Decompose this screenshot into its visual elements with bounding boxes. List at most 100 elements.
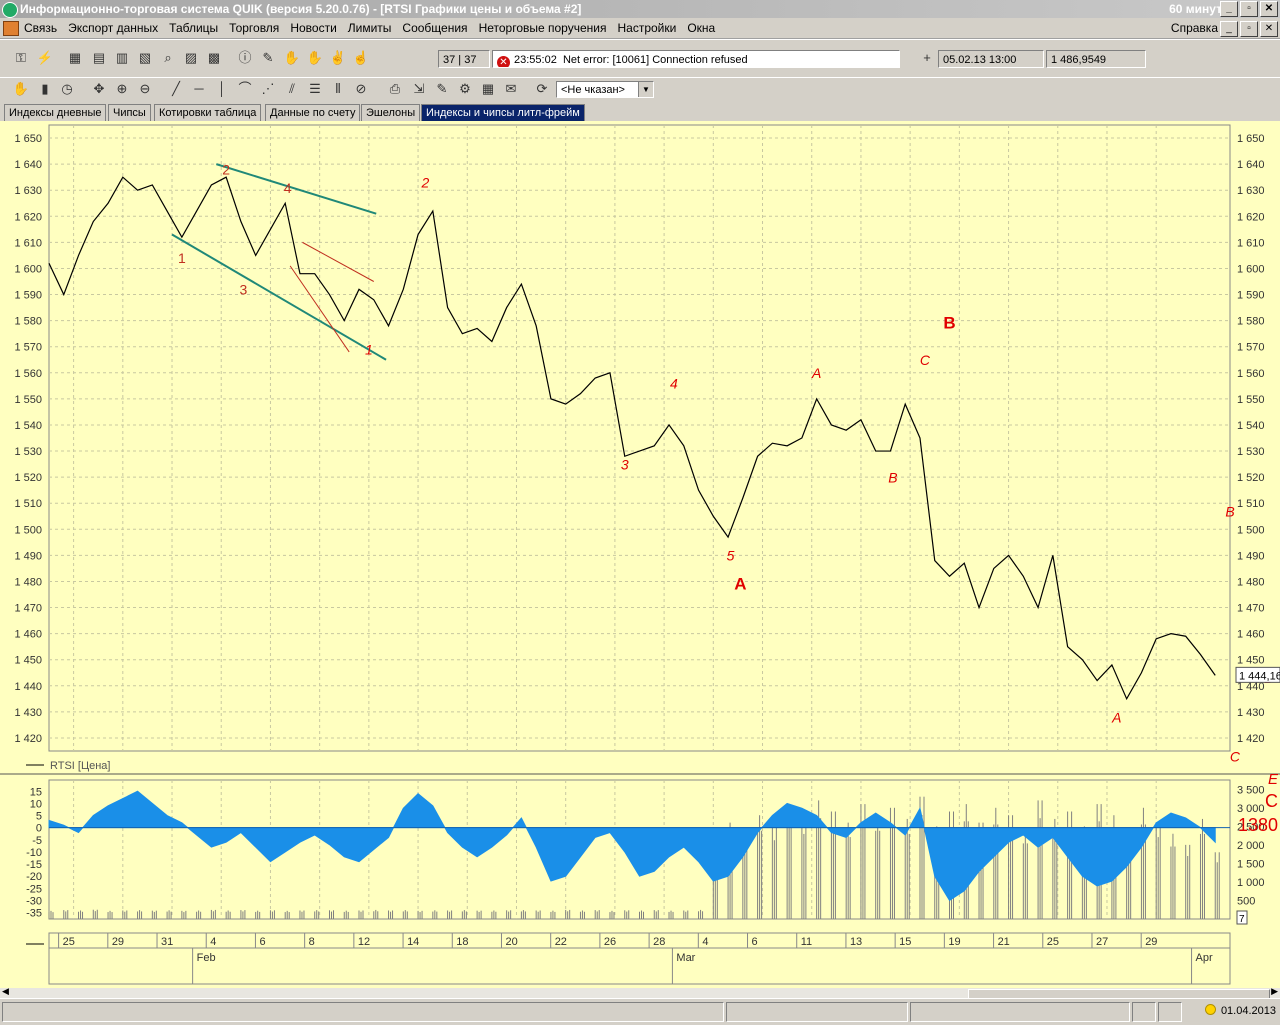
- price-tick-label-left: 1 500: [14, 524, 42, 536]
- osc-tick-label: 5: [36, 811, 42, 823]
- menu-item-7[interactable]: Неторговые поручения: [479, 21, 607, 35]
- child-close-icon[interactable]: ✕: [1260, 21, 1278, 37]
- buy-hand-icon[interactable]: ✋: [283, 49, 301, 67]
- price-tick-label-left: 1 440: [14, 681, 42, 693]
- horizontal-scrollbar[interactable]: ◀ ▶: [0, 986, 1280, 999]
- portfolio-icon[interactable]: ▩: [205, 49, 223, 67]
- sell-hand-icon[interactable]: ✋: [306, 49, 324, 67]
- price-tick-label-right: 1 470: [1237, 603, 1265, 615]
- menu-item-3[interactable]: Торговля: [229, 21, 279, 35]
- menu-item-2[interactable]: Таблицы: [169, 21, 218, 35]
- price-tick-label-right: 1 500: [1237, 524, 1265, 536]
- price-tick-label-left: 1 520: [14, 472, 42, 484]
- time-axis-day-label: 29: [1145, 936, 1157, 948]
- price-tick-label-right: 1 520: [1237, 472, 1265, 484]
- fibonacci-levels-icon[interactable]: ☰: [306, 80, 324, 98]
- osc-tick-label: -15: [26, 859, 42, 871]
- trendline-icon[interactable]: ╱: [167, 80, 185, 98]
- volume-tick-label: 2 000: [1237, 840, 1265, 852]
- wave-annotation: C: [1230, 748, 1241, 764]
- tab-5[interactable]: Индексы и чипсы литл-фрейм: [421, 104, 585, 121]
- fibonacci-fan-icon[interactable]: ⋰: [259, 80, 277, 98]
- info-icon[interactable]: ⓘ: [236, 49, 254, 67]
- status-cell-3: [910, 1002, 1130, 1022]
- side-label: C: [1265, 791, 1278, 811]
- mail-icon[interactable]: ✉: [502, 80, 520, 98]
- hand-tool-icon[interactable]: ✋: [12, 80, 30, 98]
- account-select-value: <Не чказан>: [561, 84, 625, 96]
- calculator-icon[interactable]: ▦: [479, 80, 497, 98]
- price-tick-label-left: 1 470: [14, 603, 42, 615]
- edit-icon[interactable]: ✎: [433, 80, 451, 98]
- clock-icon[interactable]: ◷: [58, 80, 76, 98]
- tab-0[interactable]: Индексы дневные: [4, 104, 107, 121]
- menu-item-6[interactable]: Сообщения: [402, 21, 467, 35]
- delete-drawing-icon[interactable]: ⊘: [352, 80, 370, 98]
- price-tick-label-left: 1 530: [14, 446, 42, 458]
- status-date-text: 01.04.2013: [1220, 1005, 1276, 1017]
- child-minimize-icon[interactable]: _: [1220, 21, 1238, 37]
- bar-chart-icon[interactable]: ▮: [36, 80, 54, 98]
- table-icon[interactable]: ▦: [66, 49, 84, 67]
- zoom-in-icon[interactable]: ⊕: [113, 80, 131, 98]
- minimize-icon[interactable]: _: [1220, 1, 1238, 17]
- orders-icon[interactable]: ▥: [113, 49, 131, 67]
- child-restore-icon[interactable]: ▫: [1240, 21, 1258, 37]
- vertical-line-icon[interactable]: │: [213, 80, 231, 98]
- dropdown-arrow-icon[interactable]: ▼: [638, 82, 653, 97]
- close-icon[interactable]: ✕: [1260, 1, 1278, 17]
- wave-annotation: A: [734, 574, 746, 593]
- zoom-out-icon[interactable]: ⊖: [136, 80, 154, 98]
- disconnect-icon[interactable]: ⚡: [36, 49, 54, 67]
- channel-icon[interactable]: ⫽: [283, 80, 301, 98]
- price-tick-label-right: 1 460: [1237, 629, 1265, 641]
- volume-badge: 7: [1239, 914, 1245, 925]
- move-icon[interactable]: ✥: [90, 80, 108, 98]
- osc-tick-label: -10: [26, 847, 42, 859]
- wave-annotation: B: [1225, 503, 1234, 519]
- osc-tick-label: -20: [26, 871, 42, 883]
- buy-sell-hand-icon[interactable]: ✌: [329, 49, 347, 67]
- search-icon[interactable]: ⌕: [159, 49, 177, 67]
- menu-item-9[interactable]: Окна: [687, 21, 715, 35]
- settings-icon[interactable]: ⚙: [456, 80, 474, 98]
- quotes-table-icon[interactable]: ▤: [90, 49, 108, 67]
- tab-1[interactable]: Чипсы: [108, 104, 151, 121]
- export-icon[interactable]: ⇲: [410, 80, 428, 98]
- news-icon[interactable]: ✎: [259, 49, 277, 67]
- trades-icon[interactable]: ▧: [136, 49, 154, 67]
- withdraw-hand-icon[interactable]: ☝: [352, 49, 370, 67]
- menu-item-8[interactable]: Настройки: [617, 21, 676, 35]
- price-legend-label: RTSI [Цена]: [50, 760, 110, 772]
- status-cell-main: [2, 1002, 724, 1022]
- horizontal-line-icon[interactable]: ─: [190, 80, 208, 98]
- status-cell-5: [1158, 1002, 1182, 1022]
- arc-icon[interactable]: ⌒: [236, 80, 254, 98]
- menu-item-4[interactable]: Новости: [290, 21, 336, 35]
- price-tick-label-right: 1 600: [1237, 263, 1265, 275]
- volume-tick-label: 1 500: [1237, 858, 1265, 870]
- account-select[interactable]: <Не чказан> ▼: [556, 81, 654, 98]
- tab-3[interactable]: Данные по счету: [265, 104, 361, 121]
- time-zones-icon[interactable]: ⦀: [329, 80, 347, 98]
- side-label: 1380: [1238, 815, 1278, 835]
- menu-item-1[interactable]: Экспорт данных: [68, 21, 158, 35]
- scroll-right-icon[interactable]: ▶: [1271, 986, 1278, 997]
- price-tick-label-left: 1 430: [14, 707, 42, 719]
- menu-item-5[interactable]: Лимиты: [348, 21, 392, 35]
- tab-2[interactable]: Котировки таблица: [154, 104, 262, 121]
- scroll-left-icon[interactable]: ◀: [2, 986, 9, 997]
- menu-item-0[interactable]: Связь: [24, 21, 57, 35]
- maximize-icon[interactable]: ▫: [1240, 1, 1258, 17]
- crosshair-icon[interactable]: +: [918, 49, 936, 67]
- key-icon[interactable]: ⚿: [12, 49, 30, 67]
- price-tick-label-right: 1 550: [1237, 394, 1265, 406]
- print-icon[interactable]: ⎙: [386, 80, 404, 98]
- tab-4[interactable]: Эшелоны: [361, 104, 421, 121]
- price-tick-label-right: 1 510: [1237, 498, 1265, 510]
- refresh-icon[interactable]: ⟳: [533, 80, 551, 98]
- document-menu-icon[interactable]: [3, 21, 19, 36]
- time-axis-day-label: 15: [899, 936, 911, 948]
- menu-item-help[interactable]: Справка: [1171, 21, 1218, 35]
- stop-orders-icon[interactable]: ▨: [182, 49, 200, 67]
